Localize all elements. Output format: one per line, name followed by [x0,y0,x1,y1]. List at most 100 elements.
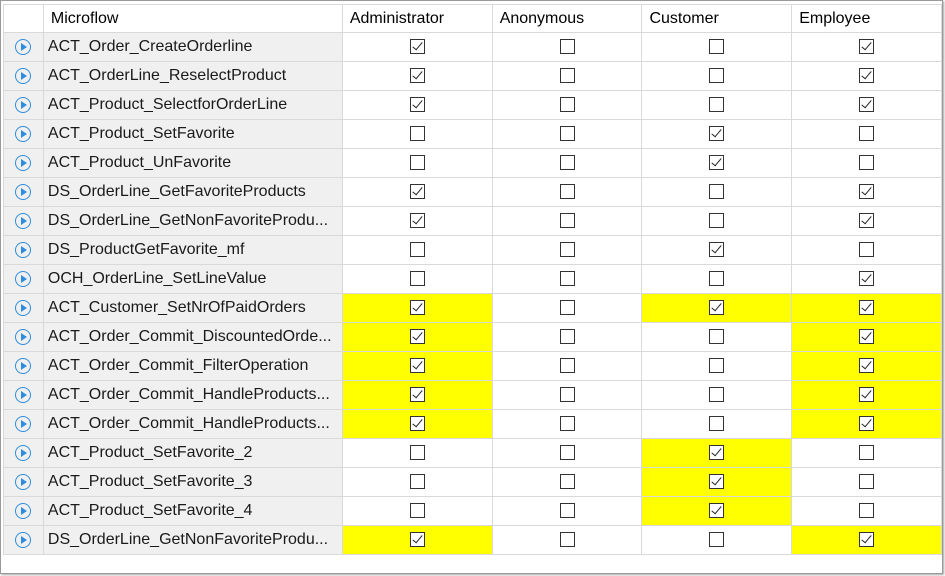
permission-checkbox-administrator[interactable] [409,416,425,432]
permission-checkbox-employee[interactable] [859,184,875,200]
permission-checkbox-employee[interactable] [859,39,875,55]
table-row[interactable]: ACT_OrderLine_ReselectProduct [3,61,942,91]
column-header-administrator[interactable]: Administrator [341,4,493,33]
permission-checkbox-administrator[interactable] [409,155,425,171]
permission-checkbox-customer[interactable] [709,184,725,200]
table-row[interactable]: ACT_Order_CreateOrderline [3,32,942,62]
permission-checkbox-anonymous[interactable] [559,242,575,258]
permission-checkbox-administrator[interactable] [409,532,425,548]
permission-checkbox-customer[interactable] [709,329,725,345]
permission-checkbox-administrator[interactable] [409,68,425,84]
permission-checkbox-customer[interactable] [709,445,725,461]
permission-checkbox-administrator[interactable] [409,271,425,287]
table-row[interactable]: ACT_Order_Commit_HandleProducts... [3,380,942,410]
table-row[interactable]: DS_OrderLine_GetNonFavoriteProdu... [3,525,942,555]
permission-checkbox-customer[interactable] [709,126,725,142]
column-header-microflow[interactable]: Microflow [42,4,343,33]
permission-checkbox-employee[interactable] [859,126,875,142]
permission-checkbox-customer[interactable] [709,39,725,55]
permission-checkbox-employee[interactable] [859,155,875,171]
permission-checkbox-administrator[interactable] [409,445,425,461]
table-row[interactable]: ACT_Product_UnFavorite [3,148,942,178]
permission-checkbox-employee[interactable] [859,503,875,519]
permission-checkbox-anonymous[interactable] [559,213,575,229]
permission-cell-anonymous [491,409,643,439]
column-header-employee[interactable]: Employee [791,4,942,33]
permission-checkbox-anonymous[interactable] [559,271,575,287]
permission-checkbox-employee[interactable] [859,387,875,403]
permission-checkbox-customer[interactable] [709,97,725,113]
table-row[interactable]: ACT_Order_Commit_DiscountedOrde... [3,322,942,352]
column-header-anonymous[interactable]: Anonymous [491,4,643,33]
permission-checkbox-administrator[interactable] [409,126,425,142]
permission-checkbox-employee[interactable] [859,474,875,490]
permission-checkbox-employee[interactable] [859,242,875,258]
table-row[interactable]: DS_OrderLine_GetNonFavoriteProdu... [3,206,942,236]
microflow-name: ACT_Customer_SetNrOfPaidOrders [42,293,343,323]
permission-checkbox-administrator[interactable] [409,39,425,55]
permission-checkbox-employee[interactable] [859,271,875,287]
permission-checkbox-anonymous[interactable] [559,68,575,84]
table-row[interactable]: ACT_Customer_SetNrOfPaidOrders [3,293,942,323]
permission-checkbox-employee[interactable] [859,213,875,229]
table-row[interactable]: ACT_Product_SetFavorite [3,119,942,149]
table-row[interactable]: OCH_OrderLine_SetLineValue [3,264,942,294]
permission-checkbox-customer[interactable] [709,474,725,490]
permission-checkbox-customer[interactable] [709,532,725,548]
permission-checkbox-employee[interactable] [859,532,875,548]
permission-checkbox-administrator[interactable] [409,213,425,229]
permission-checkbox-anonymous[interactable] [559,416,575,432]
permission-checkbox-anonymous[interactable] [559,300,575,316]
permission-checkbox-customer[interactable] [709,271,725,287]
table-row[interactable]: ACT_Product_SelectforOrderLine [3,90,942,120]
permission-checkbox-customer[interactable] [709,155,725,171]
permission-checkbox-anonymous[interactable] [559,155,575,171]
permission-checkbox-customer[interactable] [709,300,725,316]
table-row[interactable]: ACT_Product_SetFavorite_4 [3,496,942,526]
permission-checkbox-employee[interactable] [859,300,875,316]
permission-checkbox-administrator[interactable] [409,387,425,403]
permission-checkbox-customer[interactable] [709,416,725,432]
permission-checkbox-administrator[interactable] [409,184,425,200]
permission-checkbox-anonymous[interactable] [559,387,575,403]
permission-checkbox-administrator[interactable] [409,329,425,345]
permission-checkbox-customer[interactable] [709,503,725,519]
permission-checkbox-administrator[interactable] [409,503,425,519]
permission-checkbox-customer[interactable] [709,242,725,258]
permission-checkbox-anonymous[interactable] [559,503,575,519]
permission-checkbox-employee[interactable] [859,97,875,113]
permission-checkbox-anonymous[interactable] [559,184,575,200]
permission-checkbox-employee[interactable] [859,68,875,84]
permission-checkbox-administrator[interactable] [409,474,425,490]
permission-checkbox-employee[interactable] [859,445,875,461]
column-header-customer[interactable]: Customer [641,4,793,33]
permission-checkbox-employee[interactable] [859,358,875,374]
permission-checkbox-anonymous[interactable] [559,358,575,374]
permission-checkbox-anonymous[interactable] [559,329,575,345]
permission-checkbox-employee[interactable] [859,416,875,432]
table-row[interactable]: ACT_Order_Commit_HandleProducts... [3,409,942,439]
permission-checkbox-customer[interactable] [709,358,725,374]
permission-cell-employee [791,351,942,381]
permission-cell-customer [641,496,793,526]
permission-cell-administrator [341,438,493,468]
table-row[interactable]: ACT_Product_SetFavorite_3 [3,467,942,497]
permission-checkbox-administrator[interactable] [409,300,425,316]
table-row[interactable]: DS_ProductGetFavorite_mf [3,235,942,265]
permission-checkbox-anonymous[interactable] [559,39,575,55]
table-row[interactable]: DS_OrderLine_GetFavoriteProducts [3,177,942,207]
permission-checkbox-anonymous[interactable] [559,97,575,113]
permission-checkbox-anonymous[interactable] [559,532,575,548]
permission-checkbox-administrator[interactable] [409,358,425,374]
permission-checkbox-anonymous[interactable] [559,126,575,142]
permission-checkbox-administrator[interactable] [409,242,425,258]
permission-checkbox-customer[interactable] [709,387,725,403]
permission-checkbox-anonymous[interactable] [559,474,575,490]
table-row[interactable]: ACT_Product_SetFavorite_2 [3,438,942,468]
permission-checkbox-administrator[interactable] [409,97,425,113]
table-row[interactable]: ACT_Order_Commit_FilterOperation [3,351,942,381]
permission-checkbox-customer[interactable] [709,213,725,229]
permission-checkbox-employee[interactable] [859,329,875,345]
permission-checkbox-customer[interactable] [709,68,725,84]
permission-checkbox-anonymous[interactable] [559,445,575,461]
